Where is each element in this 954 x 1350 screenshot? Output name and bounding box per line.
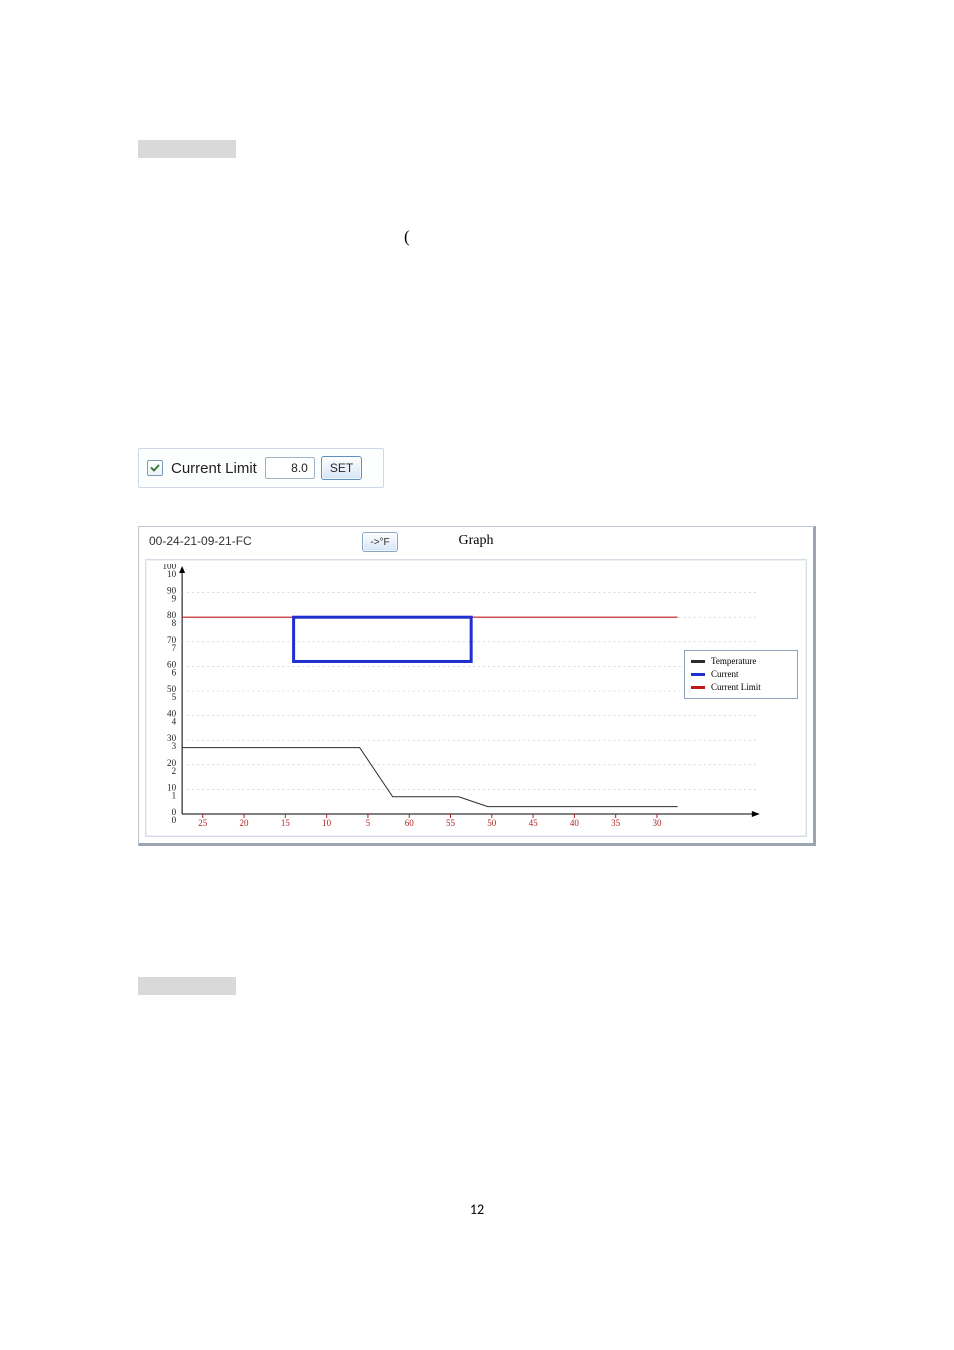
svg-text:10: 10	[167, 569, 177, 579]
svg-text:20: 20	[240, 818, 250, 828]
highlight-bar	[138, 140, 236, 158]
legend-label: Current	[711, 668, 739, 681]
svg-text:5: 5	[366, 818, 371, 828]
current-limit-value-field[interactable]: 8.0	[265, 457, 315, 479]
svg-text:45: 45	[529, 818, 539, 828]
svg-text:60: 60	[405, 818, 415, 828]
page-number: 12	[0, 1201, 954, 1218]
chart-axes	[179, 566, 760, 817]
svg-text:9: 9	[172, 594, 177, 604]
chart-yticks: 0010120230340450560670780890910010	[163, 564, 177, 825]
svg-text:0: 0	[172, 815, 177, 825]
legend-item-temperature: Temperature	[691, 655, 791, 668]
current-limit-checkbox[interactable]	[147, 460, 163, 476]
legend-swatch	[691, 673, 705, 676]
chart-series	[182, 617, 678, 806]
legend-label: Current Limit	[711, 681, 761, 694]
svg-text:30: 30	[652, 818, 662, 828]
legend-swatch	[691, 686, 705, 689]
svg-text:2: 2	[172, 766, 177, 776]
stray-text: (	[404, 227, 410, 247]
set-button[interactable]: SET	[321, 456, 362, 480]
svg-text:15: 15	[281, 818, 291, 828]
svg-text:55: 55	[446, 818, 456, 828]
current-limit-label: Current Limit	[169, 460, 259, 477]
svg-text:4: 4	[172, 717, 177, 727]
svg-text:7: 7	[172, 643, 177, 653]
svg-text:3: 3	[172, 741, 177, 751]
highlight-bar	[138, 977, 236, 995]
svg-text:8: 8	[172, 618, 177, 628]
graph-plot-area: 0010120230340450560670780890910010 25201…	[145, 559, 807, 837]
svg-text:10: 10	[322, 818, 332, 828]
svg-text:35: 35	[611, 818, 621, 828]
graph-panel: 00-24-21-09-21-FC ->°F Graph 00101202303…	[138, 526, 816, 846]
svg-text:25: 25	[198, 818, 208, 828]
chart-xticks: 25 20 15 10 5 60 55 50 45 40 35 30	[198, 814, 662, 828]
svg-text:5: 5	[172, 692, 177, 702]
svg-text:50: 50	[487, 818, 497, 828]
check-icon	[150, 463, 160, 473]
legend-swatch	[691, 660, 705, 663]
svg-text:40: 40	[570, 818, 580, 828]
current-limit-control: Current Limit 8.0 SET	[138, 448, 384, 488]
graph-title: Graph	[139, 533, 813, 549]
graph-legend: Temperature Current Current Limit	[684, 650, 798, 699]
legend-item-current-limit: Current Limit	[691, 681, 791, 694]
svg-text:1: 1	[172, 790, 177, 800]
legend-item-current: Current	[691, 668, 791, 681]
legend-label: Temperature	[711, 655, 756, 668]
svg-text:6: 6	[172, 667, 177, 677]
